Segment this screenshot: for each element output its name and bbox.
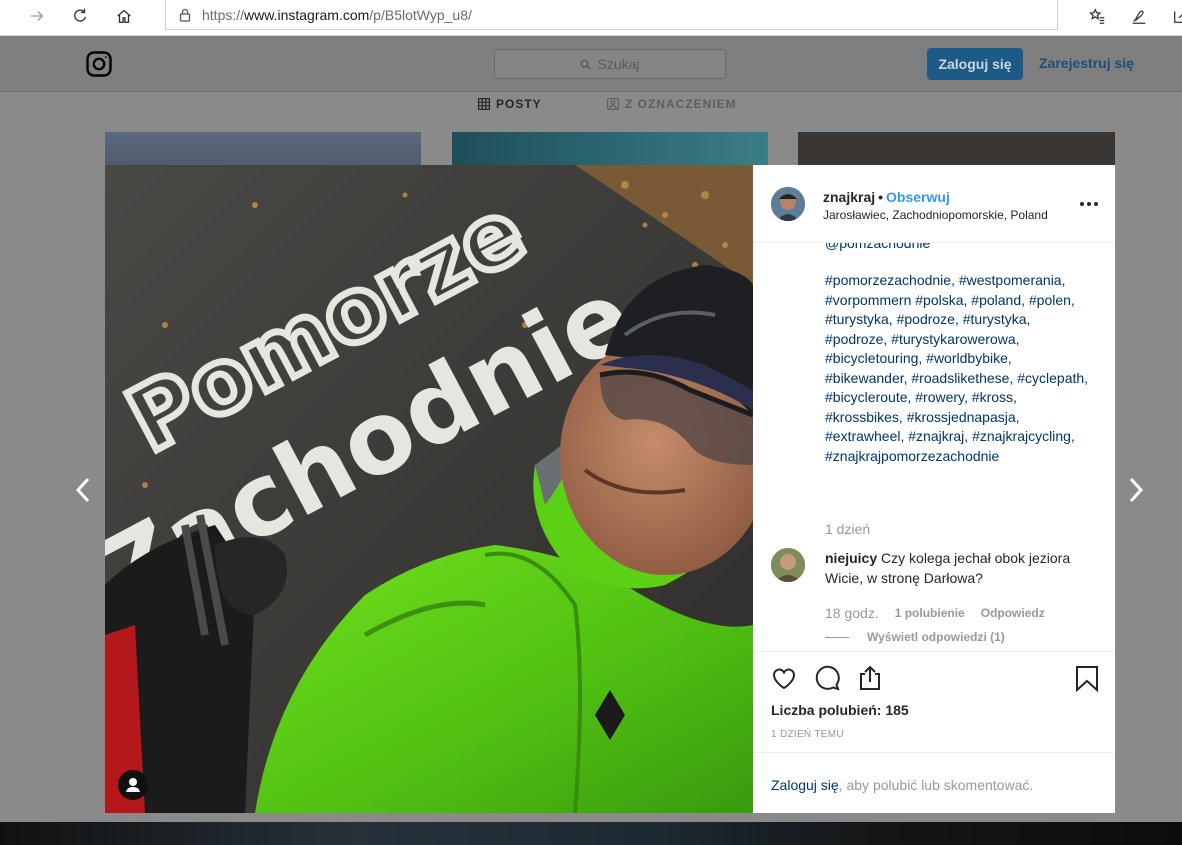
favorites-star-icon[interactable] [1084,4,1110,28]
register-link[interactable]: Zarejestruj się [1039,55,1134,71]
comment-bubble-icon[interactable] [813,664,841,692]
comments-list[interactable]: @pomzachodnie #pomorzezachodnie, #westpo… [753,243,1115,651]
url-path: /p/B5lotWyp_u8/ [369,6,472,23]
post-date: 1 DZIEŃ TEMU [771,729,844,740]
tab-tagged[interactable]: Z OZNACZENIEM [607,97,737,111]
separator-dot: • [878,189,884,205]
grid-icon [478,98,490,110]
comment-timestamp[interactable]: 18 godz. [825,605,879,621]
login-button[interactable]: Zaloguj się [927,48,1023,80]
login-prompt: Zaloguj się, aby polubić lub skomentować… [753,752,1115,813]
commenter-avatar[interactable] [771,548,805,582]
search-placeholder: Szukaj [597,56,640,72]
url-prefix: https:// [202,6,245,23]
login-prompt-text: , aby polubić lub skomentować. [838,777,1034,793]
browser-toolbar: https://www.instagram.com/p/B5lotWyp_u8/ [0,0,1182,36]
background-posts-row [0,822,1182,845]
instagram-logo-icon[interactable] [86,51,112,77]
tab-posts-label: POSTY [496,97,542,111]
post-location[interactable]: Jarosławiec, Zachodniopomorskie, Poland [823,208,1048,222]
likes-count[interactable]: Liczba polubień: 185 [771,702,909,718]
author-username[interactable]: znajkraj [823,189,875,205]
caption-mention[interactable]: @pomzachodnie [825,243,930,251]
tab-tagged-label: Z OZNACZENIEM [625,97,737,111]
author-line: znajkraj • Obserwuj [823,189,950,205]
forward-arrow-icon[interactable] [22,2,52,30]
reply-button[interactable]: Odpowiedz [981,606,1045,620]
tagged-person-icon [607,98,619,110]
comment-body: niejuicy Czy kolega jechał obok jeziora … [825,549,1095,588]
refresh-icon[interactable] [65,2,95,30]
author-avatar[interactable] [771,187,805,221]
caption-hashtags[interactable]: #pomorzezachodnie, #westpomerania, #vorp… [825,271,1095,466]
post-details-panel: znajkraj • Obserwuj Jarosławiec, Zachodnio… [753,165,1115,813]
follow-button[interactable]: Obserwuj [886,189,950,205]
pen-icon[interactable] [1126,4,1152,28]
comment-likes[interactable]: 1 polubienie [895,606,965,620]
address-bar[interactable]: https://www.instagram.com/p/B5lotWyp_u8/ [165,0,1058,30]
tab-posts[interactable]: POSTY [478,97,542,111]
share-post-icon[interactable] [856,664,884,692]
lock-icon [179,8,191,22]
more-options-icon[interactable] [1079,201,1099,207]
selfie-illustration: Pomorze Zachodnie [105,165,753,813]
post-header: znajkraj • Obserwuj Jarosławiec, Zachodnio… [753,165,1115,243]
bookmark-icon[interactable] [1073,664,1101,692]
user-icon [126,778,140,792]
profile-tabs: POSTY Z OZNACZENIEM [0,93,1182,117]
search-input[interactable]: Szukaj [494,49,726,79]
home-icon[interactable] [109,2,139,30]
like-heart-icon[interactable] [770,664,798,692]
replies-divider [825,636,849,638]
login-prompt-link[interactable]: Zaloguj się [771,777,839,793]
next-post-arrow-icon[interactable] [1125,476,1147,504]
comment-meta: 18 godz. 1 polubienie Odpowiedz [825,605,1045,621]
post-photo[interactable]: Pomorze Zachodnie [105,165,753,813]
tagged-user-badge[interactable] [118,770,148,800]
commenter-username[interactable]: niejuicy [825,550,877,566]
instagram-header: Szukaj Zaloguj się Zarejestruj się [0,36,1182,92]
search-icon [581,59,592,70]
post-actions [753,651,1115,696]
view-replies-button[interactable]: Wyświetl odpowiedzi (1) [825,630,1005,644]
url-host: www.instagram.com [244,6,370,23]
view-replies-label: Wyświetl odpowiedzi (1) [867,630,1005,644]
previous-post-arrow-icon[interactable] [72,476,94,504]
share-icon[interactable] [1168,4,1182,28]
caption-timestamp[interactable]: 1 dzień [825,521,870,537]
